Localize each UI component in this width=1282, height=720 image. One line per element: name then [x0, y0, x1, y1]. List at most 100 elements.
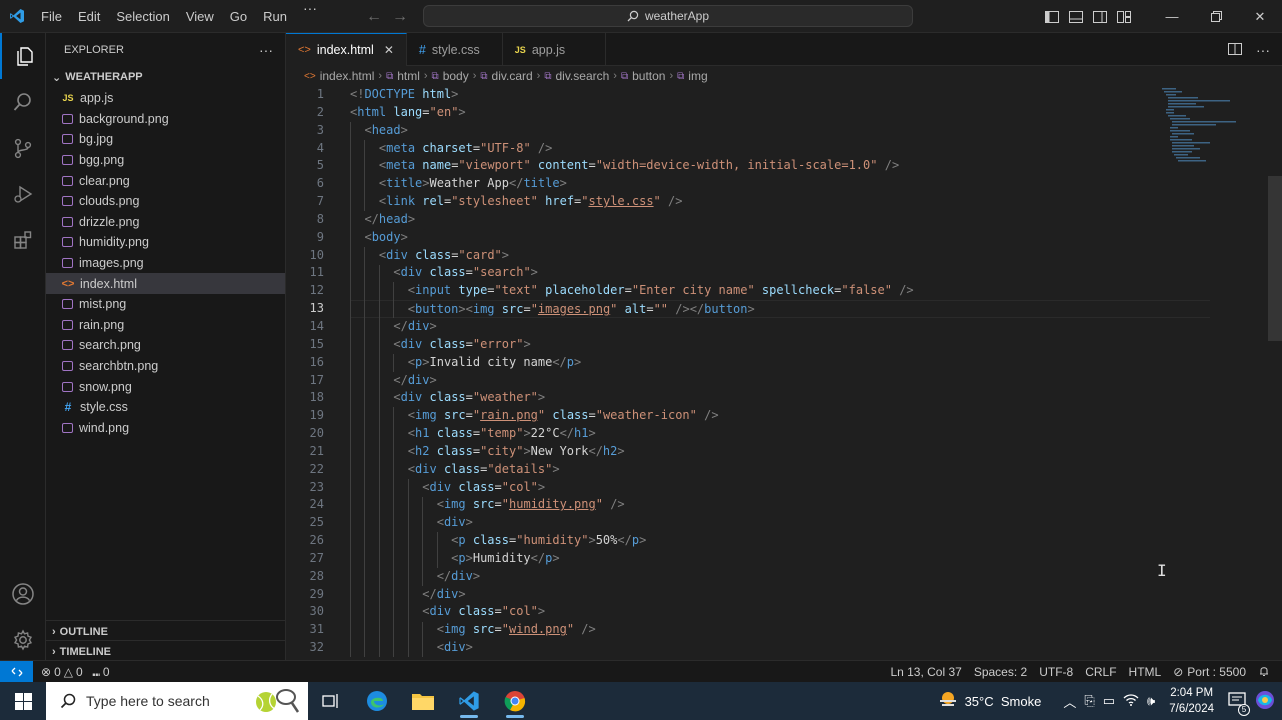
code-line[interactable]: <div class="search">	[350, 264, 1210, 282]
search-view-icon[interactable]	[0, 79, 46, 125]
remote-indicator-icon[interactable]	[0, 660, 33, 683]
vscode-taskbar-icon[interactable]	[446, 682, 492, 720]
taskbar-search-input[interactable]: Type here to search	[46, 682, 308, 720]
weather-widget[interactable]: 35°C Smoke	[937, 691, 1041, 712]
toggle-primary-sidebar-icon[interactable]	[1040, 0, 1064, 33]
editor-scrollbar[interactable]	[1268, 86, 1282, 660]
code-line[interactable]: <h2 class="city">New York</h2>	[350, 443, 1210, 461]
code-line[interactable]: <img src="wind.png" />	[350, 621, 1210, 639]
indentation[interactable]: Spaces: 2	[974, 665, 1027, 679]
notification-center-icon[interactable]: 5	[1228, 691, 1250, 716]
code-line[interactable]: <meta charset="UTF-8" />	[350, 140, 1210, 158]
file-item[interactable]: rain.png	[46, 315, 285, 336]
code-line[interactable]: <img src="rain.png" class="weather-icon"…	[350, 407, 1210, 425]
code-editor[interactable]: 1 2 3 4 5 6 7 8 9 10 11 12 13 14 15 16 17 18 19 20 21 22 23 24 2…	[286, 86, 1282, 660]
close-window-button[interactable]: ✕	[1238, 0, 1282, 33]
file-item[interactable]: drizzle.png	[46, 212, 285, 233]
code-line[interactable]: <p>Humidity</p>	[350, 550, 1210, 568]
code-line[interactable]: <div class="card">	[350, 247, 1210, 265]
breadcrumb-item[interactable]: html	[397, 69, 420, 83]
menu-file[interactable]: File	[33, 0, 70, 33]
code-line[interactable]: <p class="humidity">50%</p>	[350, 532, 1210, 550]
file-item[interactable]: search.png	[46, 335, 285, 356]
accounts-icon[interactable]	[0, 571, 46, 617]
timeline-section[interactable]: › TIMELINE	[46, 640, 286, 662]
end-of-line[interactable]: CRLF	[1085, 665, 1116, 679]
cursor-position[interactable]: Ln 13, Col 37	[890, 665, 961, 679]
volume-icon[interactable]: 🕪	[1147, 693, 1155, 709]
restore-button[interactable]	[1194, 0, 1238, 33]
breadcrumb-item[interactable]: button	[632, 69, 665, 83]
minimap[interactable]	[1162, 86, 1252, 166]
edge-browser-icon[interactable]	[354, 682, 400, 720]
meet-now-icon[interactable]: ⎘	[1084, 693, 1094, 709]
split-editor-icon[interactable]	[1228, 42, 1242, 58]
notifications-bell-icon[interactable]	[1258, 665, 1270, 680]
command-center[interactable]: weatherApp	[423, 5, 913, 27]
code-line[interactable]: <link rel="stylesheet" href="style.css" …	[350, 193, 1210, 211]
code-line[interactable]: <h1 class="temp">22°C</h1>	[350, 425, 1210, 443]
file-item[interactable]: background.png	[46, 109, 285, 130]
explorer-more-button[interactable]: ···	[259, 42, 273, 58]
file-item[interactable]: JS app.js	[46, 88, 285, 109]
scrollbar-thumb[interactable]	[1268, 176, 1282, 341]
extensions-icon[interactable]	[0, 217, 46, 263]
file-item[interactable]: images.png	[46, 253, 285, 274]
code-line[interactable]: <html lang="en">	[350, 104, 1210, 122]
toggle-panel-icon[interactable]	[1064, 0, 1088, 33]
back-arrow-icon[interactable]: ←	[366, 8, 382, 26]
clock[interactable]: 2:04 PM 7/6/2024	[1163, 685, 1220, 717]
file-item[interactable]: searchbtn.png	[46, 356, 285, 377]
file-item[interactable]: mist.png	[46, 294, 285, 315]
ports-indicator[interactable]: ⑉ 0	[93, 665, 110, 679]
code-line[interactable]: <meta name="viewport" content="width=dev…	[350, 157, 1210, 175]
file-item[interactable]: wind.png	[46, 418, 285, 439]
code-line[interactable]: <div>	[350, 639, 1210, 657]
file-item[interactable]: snow.png	[46, 376, 285, 397]
breadcrumb-item[interactable]: div.search	[555, 69, 609, 83]
code-area[interactable]: <!DOCTYPE html> <html lang="en"> <head> <…	[350, 86, 1210, 658]
tab-app-js[interactable]: JS app.js	[503, 33, 607, 66]
toggle-secondary-sidebar-icon[interactable]	[1088, 0, 1112, 33]
more-actions-button[interactable]: ···	[1256, 42, 1270, 58]
file-item[interactable]: bgg.png	[46, 150, 285, 171]
live-server-port[interactable]: ⊘ Port : 5500	[1173, 665, 1246, 679]
code-line[interactable]: </div>	[350, 372, 1210, 390]
folder-header[interactable]: ⌄ WEATHERAPP	[46, 66, 285, 88]
task-view-icon[interactable]	[308, 682, 354, 720]
forward-arrow-icon[interactable]: →	[392, 8, 408, 26]
code-line[interactable]: <!DOCTYPE html>	[350, 86, 1210, 104]
code-line[interactable]: <head>	[350, 122, 1210, 140]
source-control-icon[interactable]	[0, 125, 46, 171]
tab-style-css[interactable]: # style.css	[407, 33, 503, 66]
windows-start-icon[interactable]	[0, 682, 46, 720]
wifi-icon[interactable]	[1123, 693, 1139, 709]
breadcrumb-item[interactable]: body	[443, 69, 469, 83]
code-line[interactable]: <div class="weather">	[350, 389, 1210, 407]
problems-indicator[interactable]: ⊗ 0 △ 0	[41, 665, 83, 679]
encoding[interactable]: UTF-8	[1039, 665, 1073, 679]
code-line[interactable]: <title>Weather App</title>	[350, 175, 1210, 193]
close-icon[interactable]: ✕	[384, 43, 394, 57]
minimize-button[interactable]: —	[1150, 0, 1194, 33]
settings-gear-icon[interactable]	[0, 617, 46, 663]
code-line[interactable]: </div>	[350, 318, 1210, 336]
code-line[interactable]: <body>	[350, 229, 1210, 247]
language-mode[interactable]: HTML	[1129, 665, 1162, 679]
breadcrumb-item[interactable]: index.html	[320, 69, 375, 83]
code-line[interactable]: </div>	[350, 586, 1210, 604]
battery-icon[interactable]: ▭	[1103, 693, 1115, 709]
code-line[interactable]: <input type="text" placeholder="Enter ci…	[350, 282, 1210, 300]
code-line[interactable]: <div class="error">	[350, 336, 1210, 354]
menu-more-button[interactable]: ···	[295, 0, 325, 33]
run-and-debug-icon[interactable]	[0, 171, 46, 217]
copilot-icon[interactable]	[1254, 689, 1276, 714]
chrome-browser-icon[interactable]	[492, 682, 538, 720]
file-item[interactable]: bg.jpg	[46, 129, 285, 150]
breadcrumb-item[interactable]: div.card	[492, 69, 533, 83]
file-explorer-icon[interactable]	[400, 682, 446, 720]
file-item[interactable]: clear.png	[46, 170, 285, 191]
menu-selection[interactable]: Selection	[108, 0, 177, 33]
code-line[interactable]: <div class="col">	[350, 603, 1210, 621]
code-line[interactable]: </div>	[350, 568, 1210, 586]
